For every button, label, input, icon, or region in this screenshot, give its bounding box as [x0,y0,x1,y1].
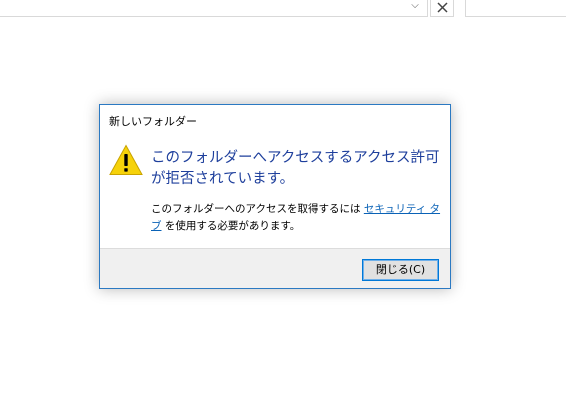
chevron-down-icon[interactable]: ⌵ [409,0,421,13]
page: ⌵ 新しいフォルダー このフォルダーへアクセスするアクセス許可が拒否されています… [0,0,566,410]
detail-text: このフォルダーへのアクセスを取得するには セキュリティ タブ を使用する必要があ… [151,201,446,235]
search-input[interactable] [465,0,566,17]
warning-icon [109,144,143,175]
address-clear-button[interactable] [430,0,454,17]
detail-suffix: を使用する必要があります。 [164,220,301,232]
close-button[interactable]: 閉じる(C) [362,259,439,281]
dialog-title: 新しいフォルダー [109,115,197,128]
access-denied-dialog: 新しいフォルダー このフォルダーへアクセスするアクセス許可が拒否されています。 … [99,104,451,289]
detail-prefix: このフォルダーへのアクセスを取得するには [151,203,361,215]
address-bar[interactable]: ⌵ [0,0,428,17]
close-icon [437,2,448,13]
dialog-footer: 閉じる(C) [100,248,450,288]
main-instruction: このフォルダーへアクセスするアクセス許可が拒否されています。 [151,150,440,187]
